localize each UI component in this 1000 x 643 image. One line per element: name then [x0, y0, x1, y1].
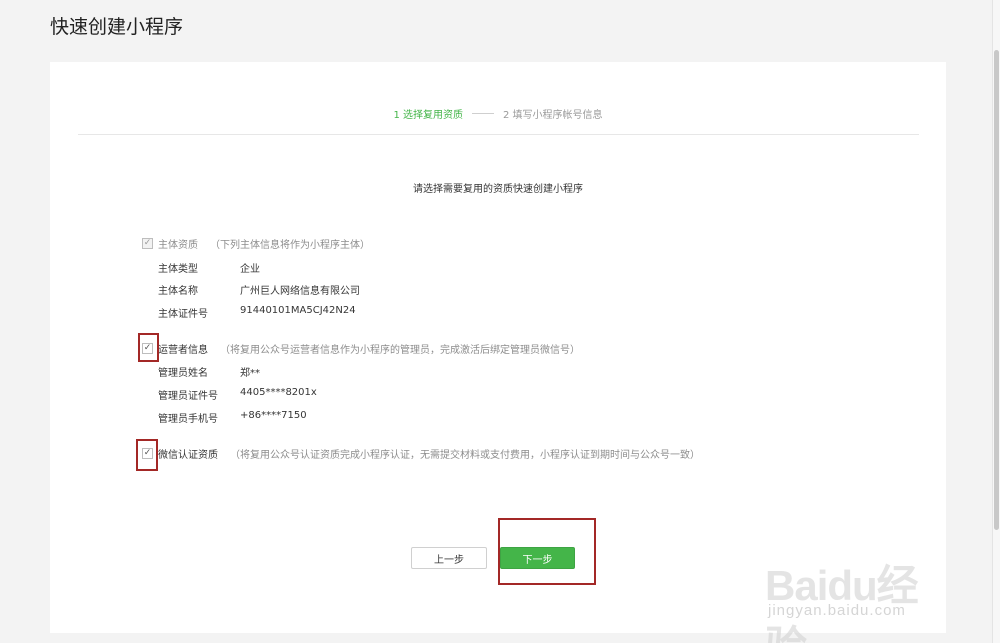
info-row: 主体名称 广州巨人网络信息有限公司: [158, 282, 360, 297]
step-1-label: 1 选择复用资质: [393, 110, 463, 121]
info-key: 主体名称: [158, 286, 198, 297]
subject-note: （下列主体信息将作为小程序主体）: [210, 239, 370, 251]
info-value: 广州巨人网络信息有限公司: [240, 286, 360, 297]
info-row: 管理员手机号 +86****7150: [158, 410, 307, 425]
step-connector: [472, 113, 494, 114]
subject-checkbox[interactable]: ✓: [142, 237, 153, 249]
watermark: Baidu经验 jingyan.baidu.com: [765, 540, 950, 643]
operator-note: （将复用公众号运营者信息作为小程序的管理员，完成激活后绑定管理员微信号）: [220, 344, 580, 356]
scrollbar-thumb[interactable]: [994, 50, 999, 530]
instruction-text: 请选择需要复用的资质快速创建小程序: [413, 184, 583, 195]
page-title: 快速创建小程序: [50, 16, 184, 38]
header-divider: [78, 134, 919, 135]
wechat-cert-label: 微信认证资质: [158, 449, 218, 461]
annotation-box-wechat-cert: [136, 439, 158, 471]
info-value: 企业: [240, 264, 260, 275]
step-2-label: 2 填写小程序帐号信息: [503, 110, 603, 121]
check-icon: ✓: [143, 237, 152, 248]
operator-section-header: ✓ 运营者信息 （将复用公众号运营者信息作为小程序的管理员，完成激活后绑定管理员…: [142, 341, 580, 356]
operator-label: 运营者信息: [158, 344, 208, 356]
watermark-brand: Baidu经验: [765, 562, 919, 643]
info-key: 主体类型: [158, 264, 198, 275]
info-key: 管理员手机号: [158, 414, 218, 425]
prev-button[interactable]: 上一步: [411, 547, 487, 569]
info-row: 主体证件号 91440101MA5CJ42N24: [158, 305, 356, 320]
info-value: +86****7150: [240, 410, 307, 421]
info-row: 管理员姓名 郑**: [158, 364, 260, 379]
watermark-site: jingyan.baidu.com: [768, 602, 906, 619]
wechat-cert-section-header: ✓ 微信认证资质 （将复用公众号认证资质完成小程序认证，无需提交材料或支付费用，…: [142, 446, 700, 461]
next-button[interactable]: 下一步: [500, 547, 575, 569]
wechat-cert-note: （将复用公众号认证资质完成小程序认证，无需提交材料或支付费用，小程序认证到期时间…: [230, 449, 700, 461]
info-key: 主体证件号: [158, 309, 208, 320]
scrollbar[interactable]: [992, 0, 1000, 643]
annotation-box-operator: [138, 333, 159, 362]
subject-label: 主体资质: [158, 239, 198, 251]
info-key: 管理员证件号: [158, 391, 218, 402]
info-value: 91440101MA5CJ42N24: [240, 305, 356, 316]
info-key: 管理员姓名: [158, 368, 208, 379]
step-indicator: 1 选择复用资质 2 填写小程序帐号信息: [50, 106, 946, 121]
info-value: 4405****8201x: [240, 387, 317, 398]
info-value: 郑**: [240, 368, 260, 379]
info-row: 管理员证件号 4405****8201x: [158, 387, 317, 402]
subject-section-header: ✓ 主体资质 （下列主体信息将作为小程序主体）: [142, 236, 370, 251]
info-row: 主体类型 企业: [158, 260, 260, 275]
